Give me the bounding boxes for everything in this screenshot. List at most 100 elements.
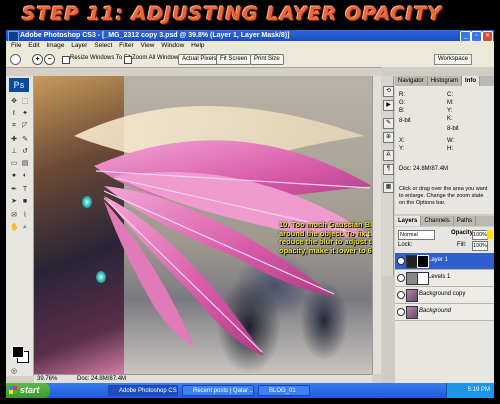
workspace-button[interactable]: Workspace xyxy=(434,54,472,65)
vertical-scrollbar[interactable] xyxy=(372,76,381,374)
gradient-tool-icon[interactable]: ▤ xyxy=(21,160,29,168)
visibility-eye-icon[interactable] xyxy=(397,257,405,265)
layer-row-background-copy[interactable]: Background copy xyxy=(395,287,494,304)
path-select-icon[interactable]: ➤ xyxy=(10,198,18,206)
info-h-label: H: xyxy=(447,146,453,152)
slice-tool-icon[interactable]: ◸ xyxy=(21,122,29,130)
resize-windows-label: Resize Windows To Fit xyxy=(70,55,131,61)
layer-name: Levels 1 xyxy=(428,274,451,280)
layer-row-background[interactable]: Background xyxy=(395,304,494,321)
move-tool-icon[interactable]: ✥ xyxy=(10,98,18,106)
shape-tool-icon[interactable]: ■ xyxy=(21,198,29,206)
zoom-all-label: Zoom All Windows xyxy=(132,55,182,61)
windows-flag-icon xyxy=(9,386,17,394)
info-y-label: Y: xyxy=(447,108,453,114)
layer-row-layer-1[interactable]: Layer 1 xyxy=(395,253,494,270)
layer-row-levels-1[interactable]: Levels 1 xyxy=(395,270,494,287)
start-label: start xyxy=(20,385,40,395)
zoom-tool-icon[interactable] xyxy=(10,54,21,65)
info-doc-size: Doc: 24.8M/87.4M xyxy=(399,166,449,172)
blur-tool-icon[interactable]: ● xyxy=(10,172,18,180)
layer-name: Background xyxy=(419,308,452,314)
info-w-label: W: xyxy=(447,138,455,144)
opacity-slider-arrow[interactable] xyxy=(487,230,493,239)
magic-wand-icon[interactable]: ✦ xyxy=(21,110,29,118)
brush-tool-icon[interactable]: ✎ xyxy=(21,136,29,144)
resize-windows-checkbox[interactable] xyxy=(62,56,70,64)
tutorial-annotation: 10. Too much Gaussian Blur color around … xyxy=(279,220,372,255)
eyedropper-icon[interactable]: ⌇ xyxy=(21,212,29,220)
fill-input[interactable]: 100% xyxy=(472,241,488,251)
ps-logo: Ps xyxy=(9,78,29,92)
marquee-tool-icon[interactable]: ⬚ xyxy=(21,98,29,106)
type-tool-icon[interactable]: T xyxy=(21,186,29,194)
menu-select[interactable]: Select xyxy=(94,42,112,49)
paragraph-panel-icon[interactable]: ¶ xyxy=(383,164,394,175)
clone-source-icon[interactable]: ⊕ xyxy=(383,132,394,143)
fit-screen-button[interactable]: Fit Screen xyxy=(216,54,252,65)
actions-panel-icon[interactable]: ▶ xyxy=(383,100,394,111)
layer-thumbnail xyxy=(406,306,418,319)
menu-edit[interactable]: Edit xyxy=(28,42,39,49)
healing-brush-icon[interactable]: ✚ xyxy=(10,136,18,144)
menu-window[interactable]: Window xyxy=(161,42,184,49)
history-panel-icon[interactable]: ⟲ xyxy=(383,86,394,97)
menu-image[interactable]: Image xyxy=(46,42,64,49)
visibility-eye-icon[interactable] xyxy=(397,308,405,316)
window-title: Adobe Photoshop CS3 - [_MG_2312 copy 3.p… xyxy=(20,32,290,39)
lasso-tool-icon[interactable]: ℓ xyxy=(10,110,18,118)
document-canvas[interactable]: 10. Too much Gaussian Blur color around … xyxy=(34,76,372,374)
clone-stamp-icon[interactable]: ⊥ xyxy=(10,148,18,156)
tab-paths[interactable]: Paths xyxy=(454,216,477,226)
menu-view[interactable]: View xyxy=(140,42,154,49)
eraser-tool-icon[interactable]: ▭ xyxy=(10,160,18,168)
notes-tool-icon[interactable]: ✉ xyxy=(10,212,18,220)
foreground-color-swatch[interactable] xyxy=(12,346,24,358)
zoom-in-icon[interactable]: + xyxy=(32,54,43,65)
visibility-eye-icon[interactable] xyxy=(397,291,405,299)
layers-panel: Normal Opacity: 100% Lock: Fill: 100% La… xyxy=(395,227,494,383)
clock[interactable]: 5:19 PM xyxy=(468,387,490,393)
hand-tool-icon[interactable]: ✋ xyxy=(10,224,19,232)
tab-layers[interactable]: Layers xyxy=(395,216,422,226)
zoom-level[interactable]: 39.76% xyxy=(37,376,57,382)
info-x-label: X: xyxy=(399,138,405,144)
info-b-label: B: xyxy=(399,108,405,114)
collapsed-panel-icons: ⟲ ▶ ✎ ⊕ A ¶ ▦ xyxy=(382,76,394,276)
taskbar-item-browser[interactable]: Recent posts | Qatar ... xyxy=(182,385,254,396)
system-tray: 5:19 PM xyxy=(446,383,494,398)
visibility-eye-icon[interactable] xyxy=(397,274,405,282)
desktop-screen: Adobe Photoshop CS3 - [_MG_2312 copy 3.p… xyxy=(6,30,494,398)
brushes-panel-icon[interactable]: ✎ xyxy=(383,118,394,129)
zoom-tool-box-icon[interactable]: ⌕ xyxy=(21,224,29,232)
zoom-out-icon[interactable]: − xyxy=(44,54,55,65)
dodge-tool-icon[interactable]: ◐ xyxy=(21,172,29,180)
menu-help[interactable]: Help xyxy=(191,42,204,49)
tab-info[interactable]: Info xyxy=(462,76,481,86)
opacity-input[interactable]: 100% xyxy=(472,230,488,240)
print-size-button[interactable]: Print Size xyxy=(250,54,284,65)
info-g-label: G: xyxy=(399,100,406,106)
status-bar: 39.76% Doc: 24.8M/87.4M xyxy=(34,374,372,383)
character-panel-icon[interactable]: A xyxy=(383,150,394,161)
blend-mode-select[interactable]: Normal xyxy=(398,230,435,240)
tab-navigator[interactable]: Navigator xyxy=(395,76,428,86)
menu-layer[interactable]: Layer xyxy=(71,42,87,49)
actual-pixels-button[interactable]: Actual Pixels xyxy=(178,54,221,65)
menu-file[interactable]: File xyxy=(11,42,21,49)
history-brush-icon[interactable]: ↺ xyxy=(21,148,29,156)
tab-channels[interactable]: Channels xyxy=(421,216,454,226)
tab-histogram[interactable]: Histogram xyxy=(428,76,463,86)
menu-bar: File Edit Image Layer Select Filter View… xyxy=(6,41,494,51)
taskbar-item-photoshop[interactable]: Adobe Photoshop CS... xyxy=(108,385,178,396)
pen-tool-icon[interactable]: ✒ xyxy=(10,186,18,194)
tool-presets-icon[interactable]: ▦ xyxy=(383,182,394,193)
menu-filter[interactable]: Filter xyxy=(119,42,133,49)
taskbar-item-blog-folder[interactable]: BLOG_01 xyxy=(258,385,310,396)
info-m-label: M: xyxy=(447,100,454,106)
zoom-all-checkbox[interactable] xyxy=(124,56,132,64)
start-button[interactable]: start xyxy=(6,383,50,398)
crop-tool-icon[interactable]: ⌗ xyxy=(10,122,18,130)
status-doc-size: Doc: 24.8M/87.4M xyxy=(77,376,127,382)
quick-mask-icon[interactable]: ◎ xyxy=(10,368,18,376)
